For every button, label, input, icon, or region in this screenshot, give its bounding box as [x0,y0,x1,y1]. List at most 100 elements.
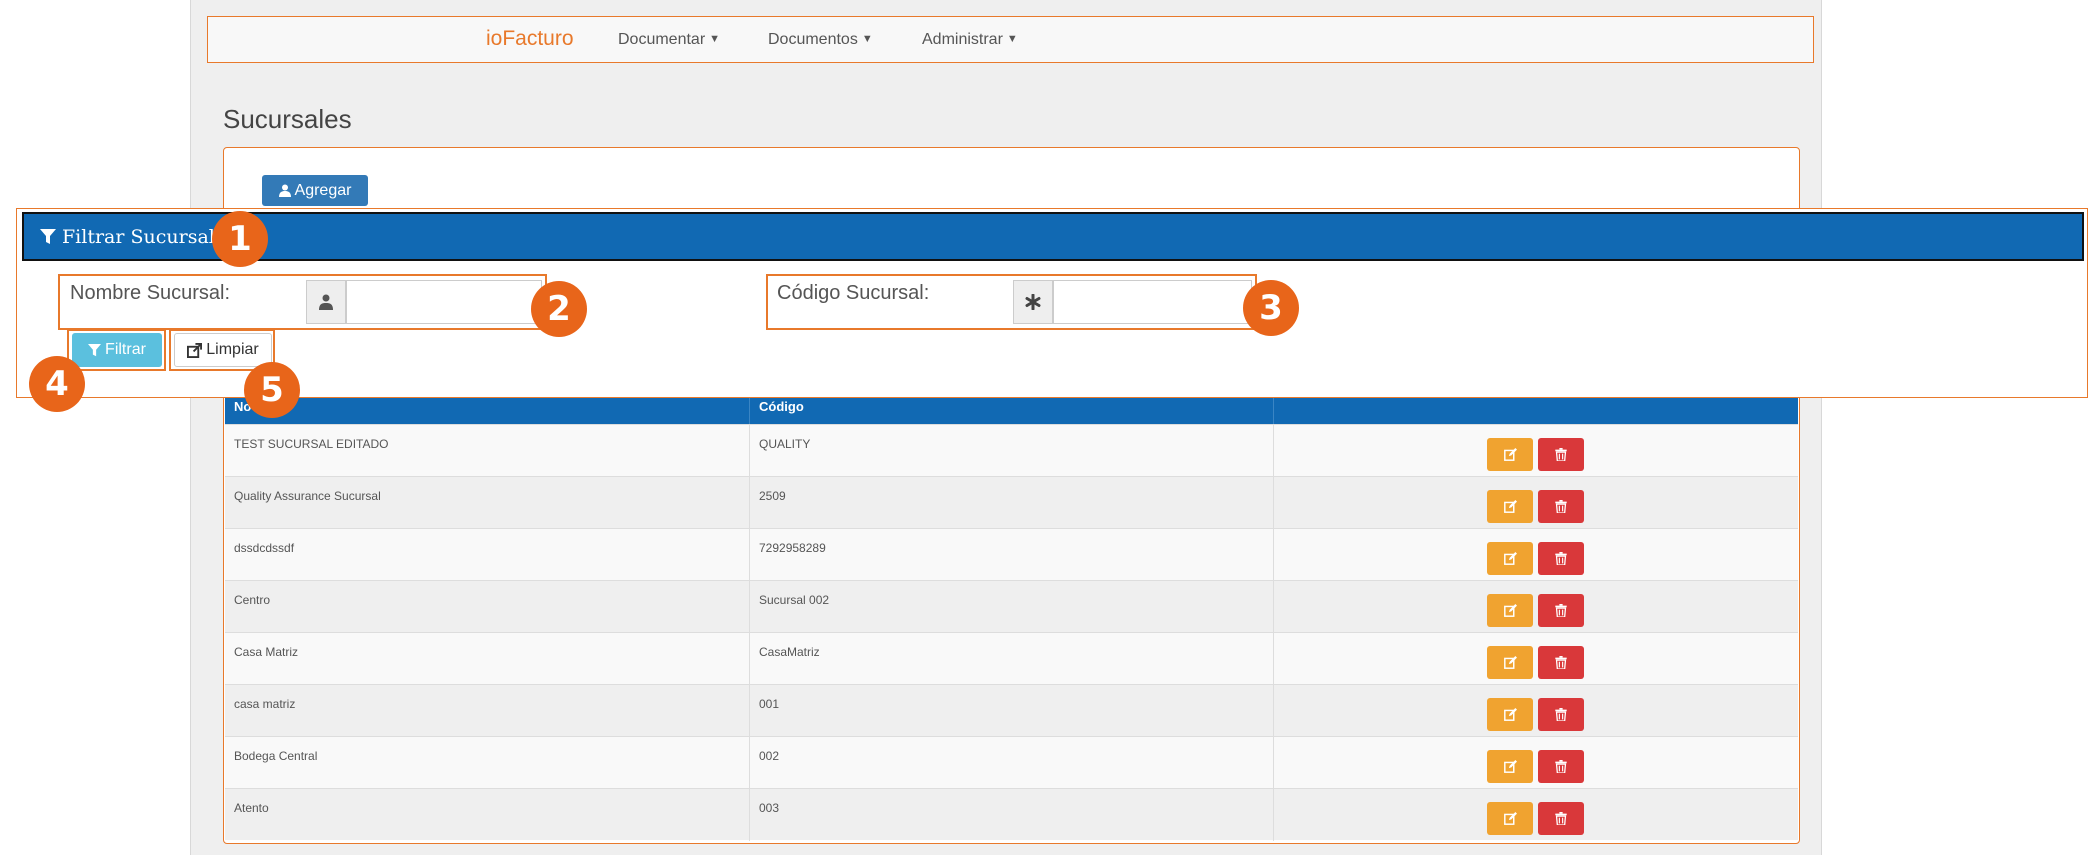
column-divider [1273,789,1274,841]
edit-button[interactable] [1487,542,1533,575]
table-header: No Código [225,398,1798,424]
branch-name-cell: Centro [234,593,271,607]
code-field-addon [1013,280,1053,324]
edit-icon [1503,448,1517,461]
trash-icon [1555,812,1567,825]
filter-header[interactable]: Filtrar Sucursales [22,212,2084,261]
trash-icon [1555,552,1567,565]
branch-name-cell: Casa Matriz [234,645,299,659]
asterisk-icon [1025,294,1041,310]
column-divider [1273,425,1274,477]
nav-administrar[interactable]: Administrar ▼ [922,31,1018,49]
table-row: Bodega Central 002 [225,736,1798,789]
edit-icon [1503,552,1517,565]
branch-name-cell: Atento [234,801,269,815]
name-search-input[interactable] [346,280,542,324]
filter-button[interactable]: Filtrar [72,333,162,367]
delete-button[interactable] [1538,542,1584,575]
callout-badge-2: 2 [531,281,587,337]
branch-code-cell: 001 [759,697,780,711]
column-header-code: Código [759,399,804,414]
nav-administrar-label: Administrar [922,31,1003,48]
branch-code-cell: 2509 [759,489,786,503]
top-navbar: ioFacturo Documentar ▼ Documentos ▼ Admini… [207,16,1814,63]
edit-icon [1503,708,1517,721]
branch-name-cell: dssdcdssdf [234,541,295,555]
trash-icon [1555,760,1567,773]
column-divider [1273,685,1274,737]
clear-button[interactable]: Limpiar [174,333,272,367]
table-row: Atento 003 [225,788,1798,841]
trash-icon [1555,500,1567,513]
delete-button[interactable] [1538,594,1584,627]
column-divider [1273,737,1274,789]
delete-button[interactable] [1538,750,1584,783]
edit-icon [1503,760,1517,773]
column-divider [749,581,750,633]
delete-button[interactable] [1538,698,1584,731]
edit-button[interactable] [1487,750,1533,783]
column-divider [749,685,750,737]
column-divider [1273,529,1274,581]
caret-down-icon: ▼ [861,33,873,45]
edit-button[interactable] [1487,802,1533,835]
column-divider [1273,633,1274,685]
column-divider [1273,398,1274,424]
code-search-input[interactable] [1053,280,1252,324]
branch-code-cell: 7292958289 [759,541,826,555]
column-divider [1273,581,1274,633]
caret-down-icon: ▼ [709,33,721,45]
column-divider [749,789,750,841]
delete-button[interactable] [1538,802,1584,835]
trash-icon [1555,656,1567,669]
filter-title-text: Filtrar Sucursales [62,226,236,248]
branch-name-cell: TEST SUCURSAL EDITADO [234,437,389,451]
filter-icon [88,343,102,356]
table-row: Casa Matriz CasaMatriz [225,632,1798,685]
edit-icon [1503,656,1517,669]
branch-name-cell: Quality Assurance Sucursal [234,489,381,503]
trash-icon [1555,708,1567,721]
callout-badge-1: 1 [212,211,268,267]
page-title: Sucursales [223,104,352,134]
table-row: Quality Assurance Sucursal 2509 [225,476,1798,529]
edit-button[interactable] [1487,490,1533,523]
brand-logo[interactable]: ioFacturo [486,27,574,51]
column-divider [749,633,750,685]
trash-icon [1555,604,1567,617]
branch-code-cell: 002 [759,749,780,763]
edit-button[interactable] [1487,698,1533,731]
callout-badge-3: 3 [1243,280,1299,336]
branch-code-cell: QUALITY [759,437,811,451]
column-divider [749,398,750,424]
table-row: dssdcdssdf 7292958289 [225,528,1798,581]
column-divider [749,737,750,789]
edit-icon [1503,812,1517,825]
branch-code-cell: CasaMatriz [759,645,820,659]
nav-documentar[interactable]: Documentar ▼ [618,31,720,49]
column-divider [749,425,750,477]
table-row: Centro Sucursal 002 [225,580,1798,633]
caret-down-icon: ▼ [1006,33,1018,45]
filter-icon [40,229,56,244]
delete-button[interactable] [1538,438,1584,471]
trash-icon [1555,448,1567,461]
clear-button-label: Limpiar [206,341,259,358]
nav-documentos[interactable]: Documentos ▼ [768,31,873,49]
filter-button-label: Filtrar [105,341,146,358]
nav-documentos-label: Documentos [768,31,858,48]
name-field-addon [306,280,346,324]
branch-name-cell: Bodega Central [234,749,318,763]
edit-button[interactable] [1487,438,1533,471]
edit-icon [1503,500,1517,513]
column-divider [1273,477,1274,529]
delete-button[interactable] [1538,646,1584,679]
branch-code-cell: 003 [759,801,780,815]
edit-button[interactable] [1487,646,1533,679]
table-row: TEST SUCURSAL EDITADO QUALITY [225,424,1798,477]
add-button-label: Agregar [294,181,352,199]
callout-badge-4: 4 [29,356,85,412]
edit-button[interactable] [1487,594,1533,627]
delete-button[interactable] [1538,490,1584,523]
add-button[interactable]: Agregar [262,175,368,206]
